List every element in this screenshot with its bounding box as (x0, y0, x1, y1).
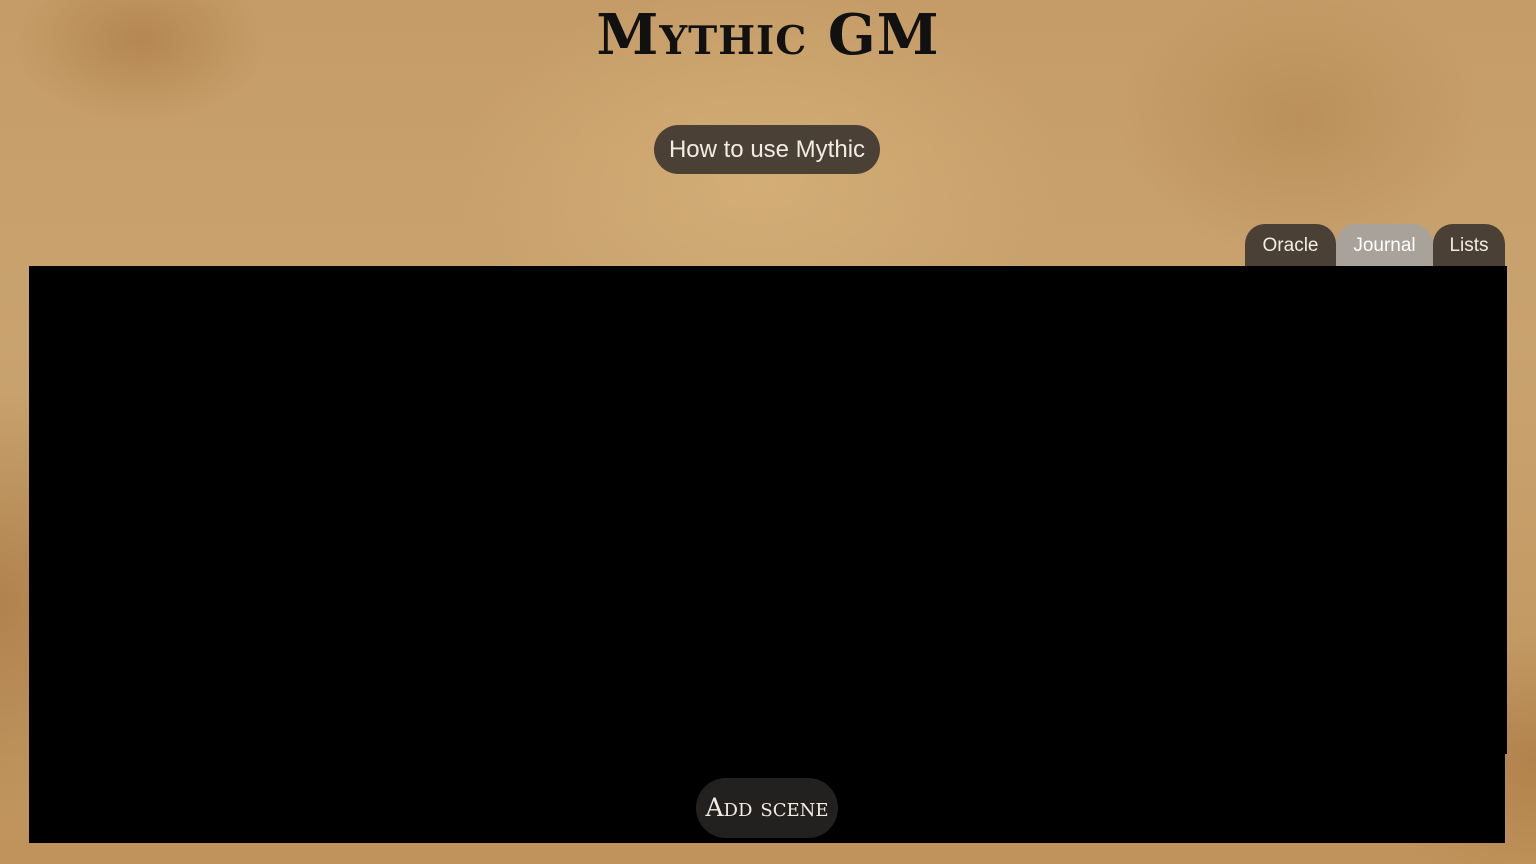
tab-journal[interactable]: Journal (1336, 224, 1433, 267)
tab-bar: Oracle Journal Lists (1245, 224, 1505, 267)
tab-lists[interactable]: Lists (1433, 224, 1505, 267)
tab-oracle[interactable]: Oracle (1245, 224, 1336, 267)
how-to-use-button[interactable]: How to use Mythic (654, 125, 880, 174)
app-title: Mythic GM (596, 2, 940, 68)
journal-panel (29, 266, 1507, 754)
add-scene-button[interactable]: Add scene (696, 778, 838, 838)
